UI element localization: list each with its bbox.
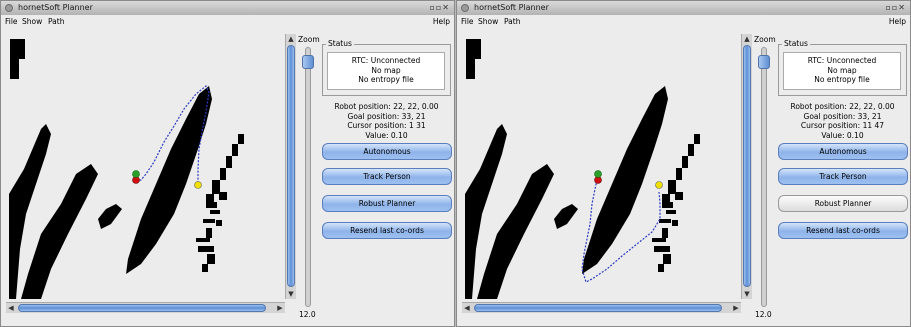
entropy-status: No entropy file — [814, 75, 870, 84]
cursor-position: Cursor position: 1 31 — [347, 121, 426, 130]
track-person-button[interactable]: Track Person — [778, 168, 908, 185]
resend-coords-button[interactable]: Resend last co-ords — [322, 222, 452, 239]
menu-help[interactable]: Help — [889, 17, 906, 26]
zoom-value: 12.0 — [299, 310, 316, 319]
scroll-thumb[interactable] — [474, 304, 722, 312]
menu-file[interactable]: File — [461, 17, 474, 26]
position-info: Robot position: 22, 22, 0.00 Goal positi… — [775, 102, 910, 140]
app-icon — [5, 4, 13, 12]
zoom-slider-handle[interactable] — [302, 55, 314, 69]
status-legend: Status — [326, 39, 354, 48]
track-person-button[interactable]: Track Person — [322, 168, 452, 185]
title-bar[interactable]: hornetSoft Planner ▫▫✕ — [457, 1, 910, 16]
button-label: Track Person — [363, 172, 411, 181]
scroll-up-icon[interactable]: ▲ — [742, 34, 752, 44]
menu-show[interactable]: Show — [22, 17, 42, 26]
zoom-label: Zoom — [754, 35, 776, 44]
autonomous-button[interactable]: Autonomous — [322, 143, 452, 160]
resend-coords-button[interactable]: Resend last co-ords — [778, 222, 908, 239]
map-status: No map — [371, 65, 401, 75]
map-status: No map — [827, 65, 857, 75]
button-label: Robust Planner — [814, 199, 872, 208]
scroll-left-icon[interactable]: ◀ — [6, 303, 16, 313]
scroll-right-icon[interactable]: ▶ — [275, 303, 285, 313]
zoom-slider[interactable] — [761, 47, 767, 307]
button-label: Resend last co-ords — [350, 226, 424, 235]
window-controls-icon[interactable]: ▫▫✕ — [429, 3, 450, 12]
map-horizontal-scrollbar[interactable]: ◀ ▶ — [462, 302, 741, 313]
map-canvas[interactable] — [462, 34, 741, 299]
scroll-thumb[interactable] — [743, 45, 751, 287]
robot-position: Robot position: 22, 22, 0.00 — [790, 102, 895, 111]
goal-position: Goal position: 33, 21 — [803, 111, 882, 121]
menu-show[interactable]: Show — [478, 17, 498, 26]
occupancy-map — [465, 39, 700, 299]
menu-path[interactable]: Path — [504, 17, 520, 26]
planner-window-left: hornetSoft Planner ▫▫✕ File Show Path He… — [0, 0, 455, 327]
scroll-right-icon[interactable]: ▶ — [731, 303, 741, 313]
scroll-thumb[interactable] — [18, 304, 266, 312]
menu-file[interactable]: File — [5, 17, 18, 26]
button-label: Autonomous — [363, 147, 411, 156]
value-readout: Value: 0.10 — [365, 130, 408, 140]
entropy-status: No entropy file — [358, 75, 414, 84]
robot-position: Robot position: 22, 22, 0.00 — [334, 102, 439, 111]
map-canvas[interactable] — [6, 34, 285, 299]
map-horizontal-scrollbar[interactable]: ◀ ▶ — [6, 302, 285, 313]
app-icon — [461, 4, 469, 12]
button-label: Robust Planner — [358, 199, 416, 208]
window-controls-icon[interactable]: ▫▫✕ — [885, 3, 906, 12]
zoom-slider-handle[interactable] — [758, 55, 770, 69]
value-readout: Value: 0.10 — [821, 130, 864, 140]
autonomous-button[interactable]: Autonomous — [778, 143, 908, 160]
button-label: Track Person — [819, 172, 867, 181]
button-label: Resend last co-ords — [806, 226, 880, 235]
robust-planner-button[interactable]: Robust Planner — [778, 195, 908, 212]
scroll-down-icon[interactable]: ▼ — [286, 289, 296, 299]
menu-path[interactable]: Path — [48, 17, 64, 26]
scroll-up-icon[interactable]: ▲ — [286, 34, 296, 44]
rtc-status: RTC: Unconnected — [807, 56, 877, 65]
menu-bar: File Show Path Help — [457, 15, 910, 28]
map-vertical-scrollbar[interactable]: ▲ ▼ — [285, 34, 296, 299]
occupancy-map — [9, 39, 244, 299]
button-label: Autonomous — [819, 147, 867, 156]
planner-window-right: hornetSoft Planner ▫▫✕ File Show Path He… — [456, 0, 911, 327]
zoom-slider[interactable] — [305, 47, 311, 307]
cursor-position: Cursor position: 11 47 — [800, 121, 885, 130]
menu-bar: File Show Path Help — [1, 15, 454, 28]
position-info: Robot position: 22, 22, 0.00 Goal positi… — [319, 102, 454, 140]
status-box: RTC: Unconnected No map No entropy file — [783, 52, 901, 90]
window-title: hornetSoft Planner — [18, 3, 93, 12]
scroll-down-icon[interactable]: ▼ — [742, 289, 752, 299]
status-legend: Status — [782, 39, 810, 48]
status-box: RTC: Unconnected No map No entropy file — [327, 52, 445, 90]
goal-position: Goal position: 33, 21 — [347, 111, 426, 121]
scroll-left-icon[interactable]: ◀ — [462, 303, 472, 313]
window-title: hornetSoft Planner — [474, 3, 549, 12]
menu-help[interactable]: Help — [433, 17, 450, 26]
robust-planner-button[interactable]: Robust Planner — [322, 195, 452, 212]
map-vertical-scrollbar[interactable]: ▲ ▼ — [741, 34, 752, 299]
rtc-status: RTC: Unconnected — [351, 56, 421, 65]
zoom-value: 12.0 — [755, 310, 772, 319]
scroll-thumb[interactable] — [287, 45, 295, 287]
title-bar[interactable]: hornetSoft Planner ▫▫✕ — [1, 1, 454, 16]
zoom-label: Zoom — [298, 35, 320, 44]
